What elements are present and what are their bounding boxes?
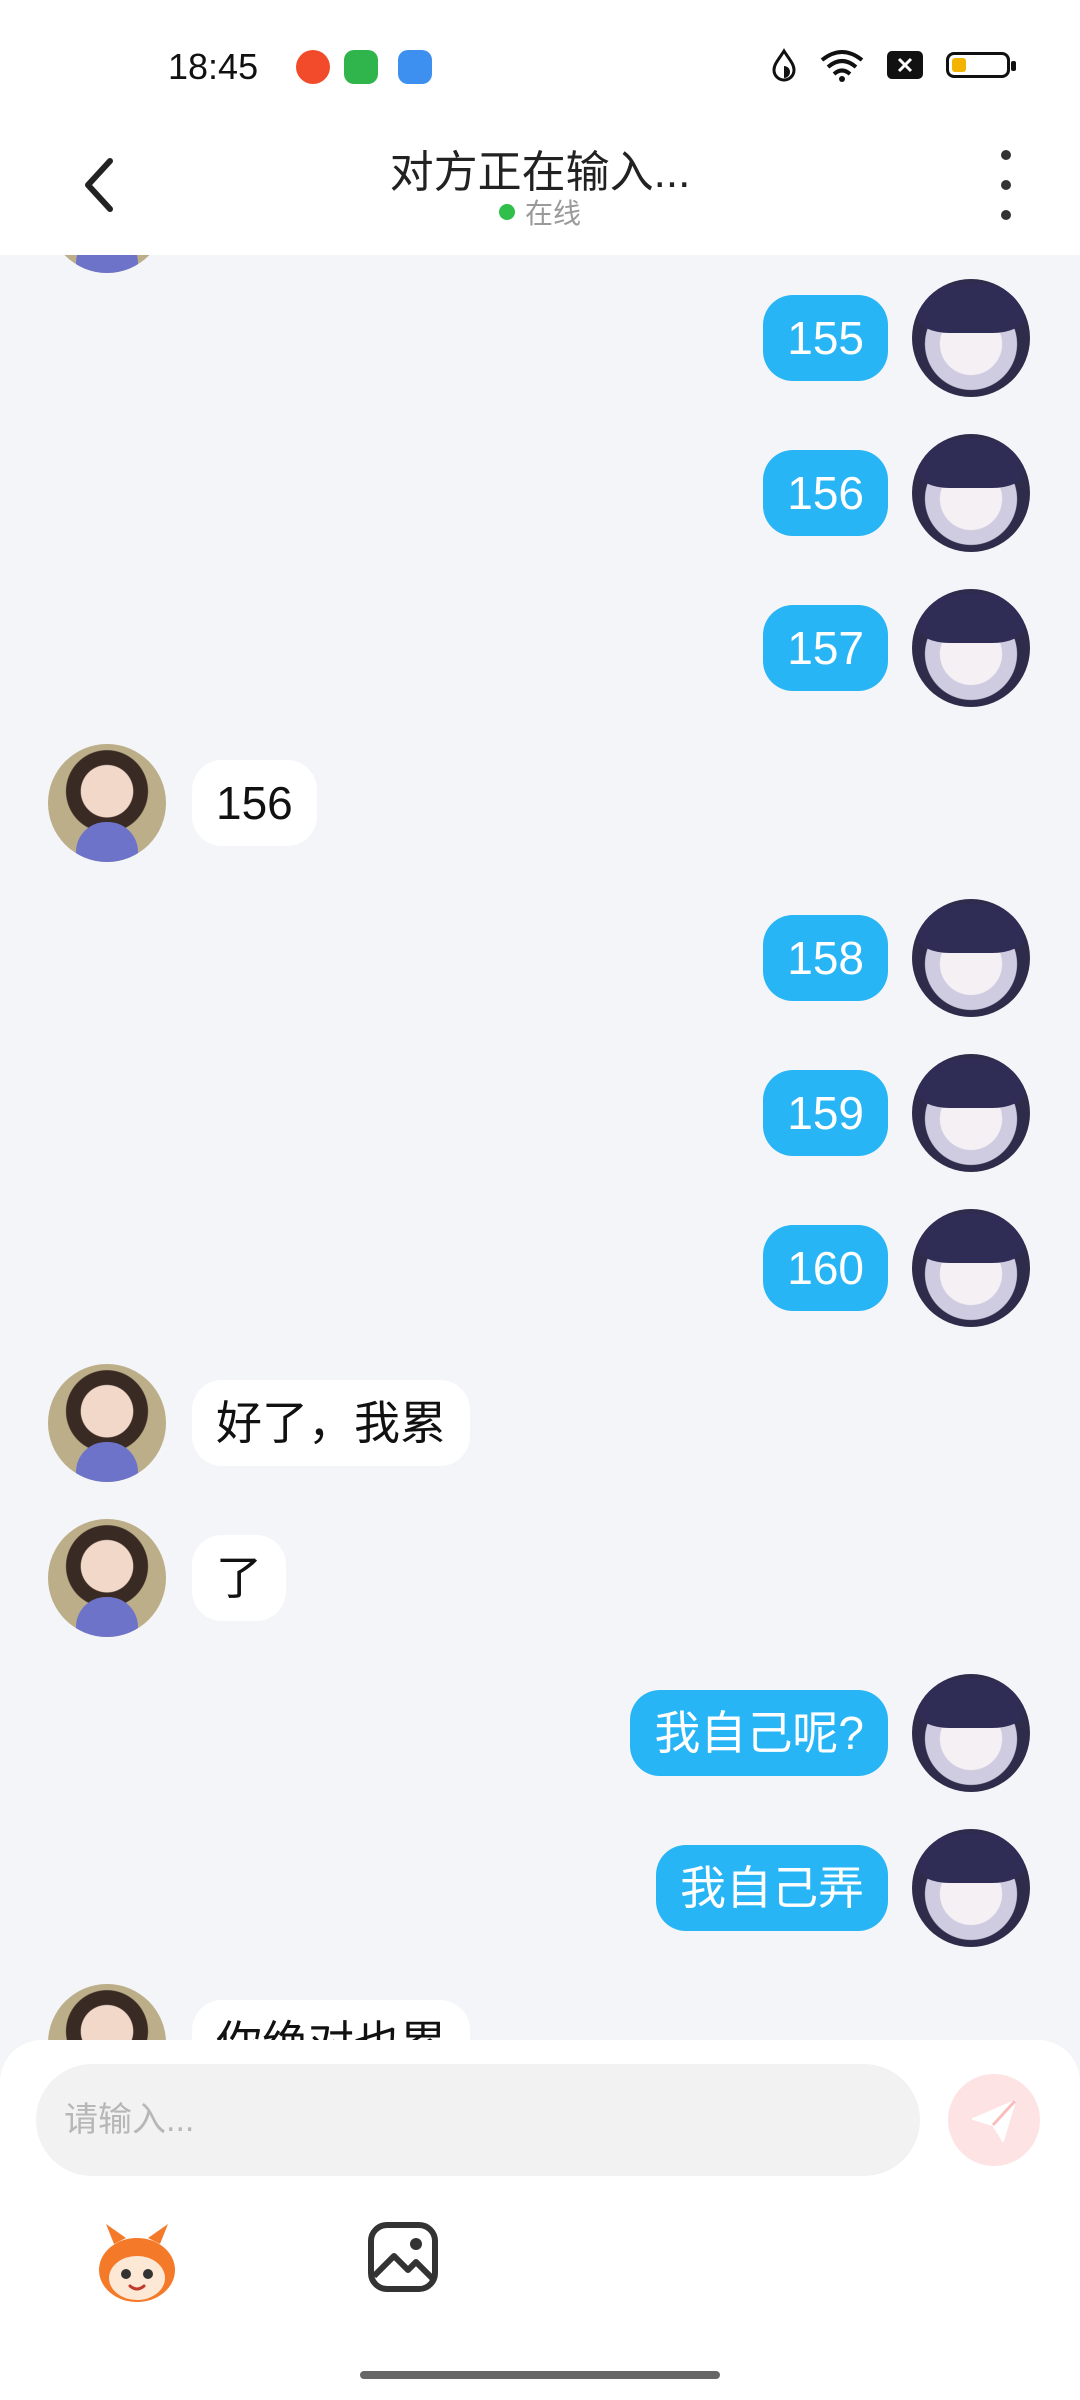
notification-app-icon [296, 50, 330, 84]
wifi-icon [820, 50, 864, 82]
status-time: 18:45 [168, 46, 259, 87]
message-bubble-received[interactable]: 了 [192, 1535, 286, 1621]
send-button[interactable] [948, 2074, 1040, 2166]
message-bubble-received[interactable]: 你绝对也累 [192, 2000, 470, 2040]
avatar-me[interactable] [912, 589, 1030, 707]
message-bubble-received[interactable]: 156 [192, 760, 317, 846]
battery-icon [946, 52, 1016, 78]
image-button[interactable] [366, 2220, 440, 2294]
avatar-me[interactable] [912, 1209, 1030, 1327]
avatar-me[interactable] [912, 1674, 1030, 1792]
drop-icon [772, 48, 796, 82]
avatar-me[interactable] [912, 1054, 1030, 1172]
message-list[interactable]: 155 156 157 156 158 159 160 好了，我累了我自己呢? 我自己弄你绝对也… [0, 255, 1080, 2040]
avatar-me[interactable] [912, 434, 1030, 552]
message-bubble-sent[interactable]: 155 [763, 295, 888, 381]
more-button[interactable] [988, 150, 1024, 220]
more-dot [1001, 180, 1011, 190]
avatar-me[interactable] [912, 899, 1030, 1017]
avatar-me[interactable] [912, 1829, 1030, 1947]
more-dot [1001, 210, 1011, 220]
online-status-label: 在线 [524, 198, 581, 229]
message-input[interactable] [36, 2064, 920, 2176]
chat-header: 对方正在输入... 在线 [0, 120, 1080, 255]
message-bubble-received[interactable]: 好了，我累 [192, 1380, 470, 1466]
avatar-contact[interactable] [48, 255, 166, 273]
avatar-contact[interactable] [48, 1984, 166, 2040]
sim-off-icon [887, 51, 923, 79]
image-icon [368, 2222, 438, 2292]
emoji-button[interactable] [92, 2218, 182, 2308]
page-title: 对方正在输入... [389, 148, 691, 197]
avatar-contact[interactable] [48, 1364, 166, 1482]
message-bubble-sent[interactable]: 156 [763, 450, 888, 536]
avatar-contact[interactable] [48, 744, 166, 862]
composer [0, 2040, 1080, 2400]
home-indicator[interactable] [360, 2371, 720, 2379]
message-bubble-sent[interactable]: 158 [763, 915, 888, 1001]
emoji-mascot-icon [99, 2224, 175, 2302]
notification-browser-icon [398, 50, 432, 84]
online-status: 在线 [0, 192, 1080, 232]
paper-plane-icon [972, 2099, 1017, 2142]
avatar-contact[interactable] [48, 1519, 166, 1637]
status-bar: 18:45 [0, 0, 1080, 120]
message-bubble-sent[interactable]: 160 [763, 1225, 888, 1311]
online-dot-icon [498, 204, 515, 220]
message-bubble-sent[interactable]: 157 [763, 605, 888, 691]
notification-shop-icon [344, 50, 378, 84]
message-bubble-sent[interactable]: 159 [763, 1070, 888, 1156]
avatar-me[interactable] [912, 279, 1030, 397]
message-bubble-sent[interactable]: 我自己呢? [630, 1690, 888, 1776]
more-vertical-icon [1001, 150, 1011, 160]
message-bubble-sent[interactable]: 我自己弄 [656, 1845, 888, 1931]
status-indicators [770, 48, 1016, 82]
